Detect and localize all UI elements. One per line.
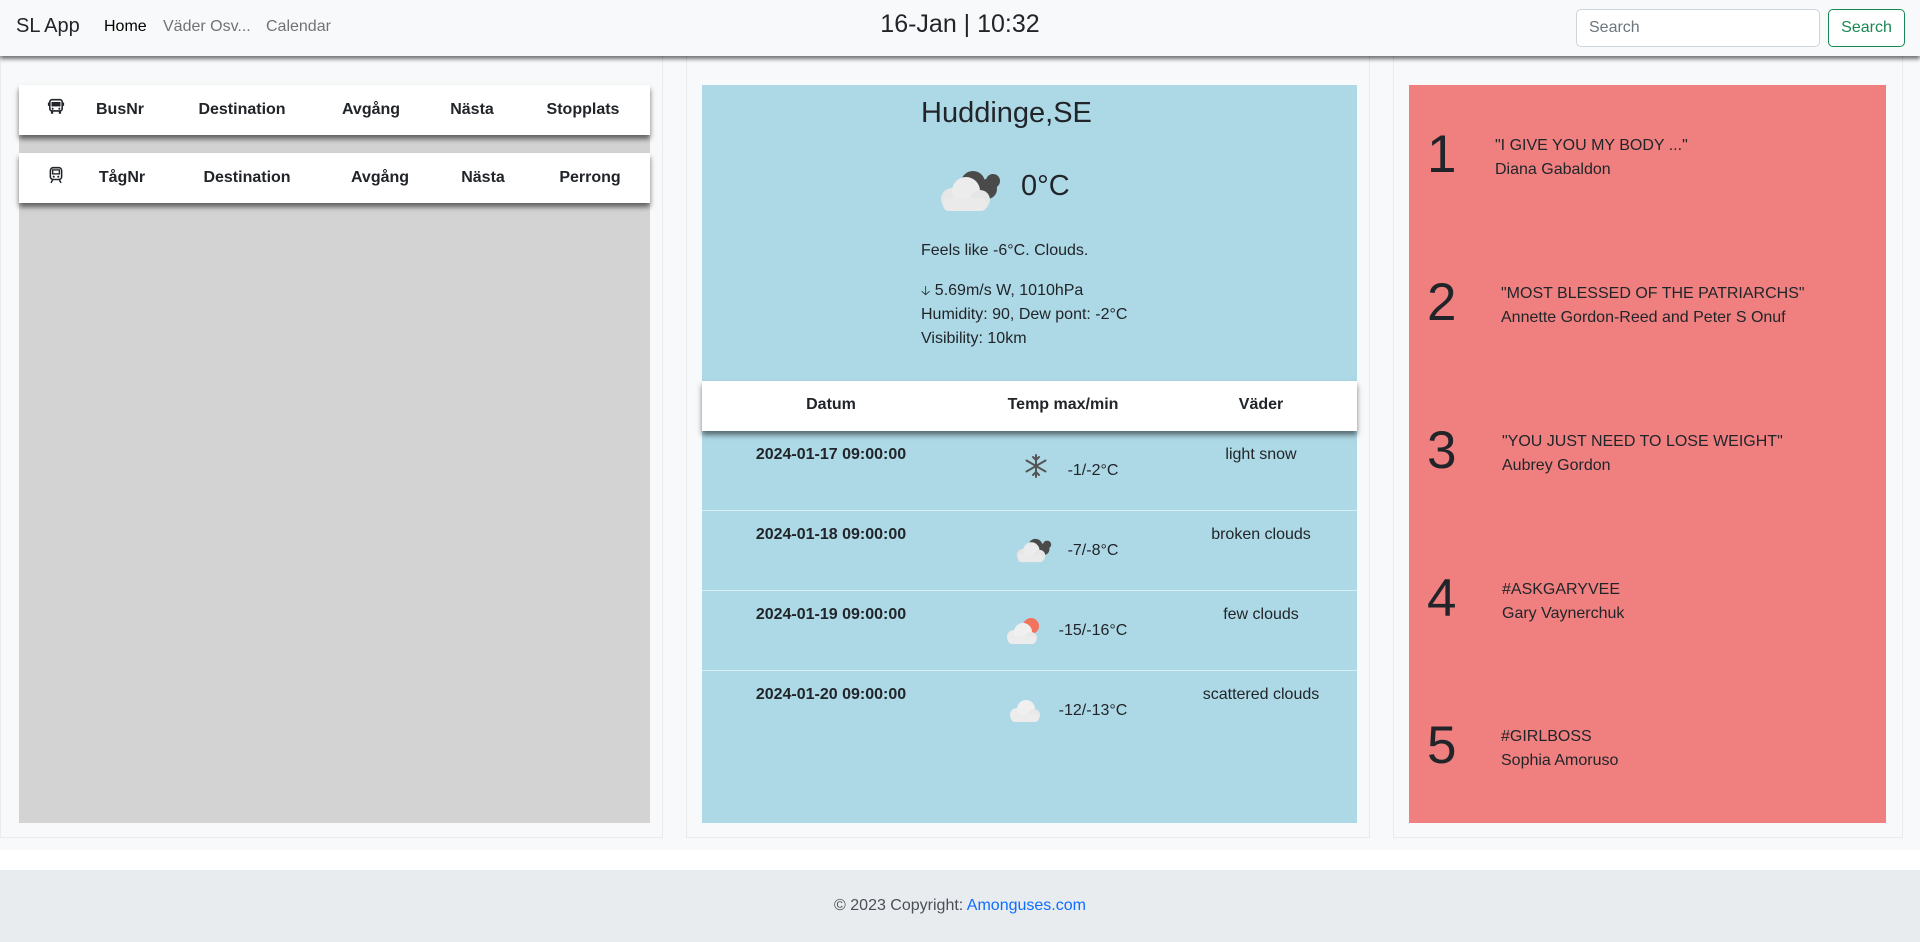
forecast-temp: -1/-2°C: [1067, 462, 1119, 479]
book-title: #ASKGARYVEE: [1502, 581, 1620, 598]
forecast-col-vader: Väder: [1238, 396, 1284, 413]
forecast-col-temp: Temp max/min: [1007, 396, 1119, 413]
book-rank: 3: [1427, 421, 1457, 480]
train-col-destination: Destination: [203, 169, 291, 186]
forecast-row: 2024-01-18 09:00:00 -7/-8°C broken cloud…: [702, 511, 1357, 591]
bus-col-busnr: BusNr: [95, 101, 145, 118]
broken-clouds-icon: [933, 161, 1008, 221]
book-title: "I GIVE YOU MY BODY ...": [1495, 137, 1688, 154]
bus-col-nasta: Nästa: [450, 101, 494, 118]
date-time-display: 16-Jan | 10:32: [880, 10, 1040, 38]
book-title: "YOU JUST NEED TO LOSE WEIGHT": [1502, 433, 1783, 450]
book-author: Annette Gordon-Reed and Peter S Onuf: [1501, 309, 1786, 326]
book-author: Aubrey Gordon: [1502, 457, 1611, 474]
bus-col-avgang: Avgång: [341, 101, 401, 118]
forecast-table-header: Datum Temp max/min Väder: [702, 381, 1357, 431]
forecast-temp: -15/-16°C: [1058, 622, 1128, 639]
footer-text: © 2023 Copyright:: [834, 897, 967, 914]
forecast-description: scattered clouds: [1202, 686, 1320, 703]
forecast-date: 2024-01-18 09:00:00: [755, 526, 907, 543]
bestseller-panel: [1409, 85, 1886, 823]
forecast-row: 2024-01-17 09:00:00 -1/-2°C light snow: [702, 431, 1357, 511]
book-title: "MOST BLESSED OF THE PATRIARCHS": [1501, 285, 1805, 302]
book-rank: 5: [1427, 716, 1457, 775]
nav-link-home[interactable]: Home: [104, 18, 147, 36]
train-icon: [47, 166, 65, 189]
broken-clouds-icon: [1012, 533, 1056, 570]
nav-link-vader[interactable]: Väder Osv...: [163, 18, 251, 36]
forecast-temp: -12/-13°C: [1058, 702, 1128, 719]
footer-link[interactable]: Amonguses.com: [967, 897, 1086, 914]
bus-col-stopplats: Stopplats: [546, 101, 620, 118]
forecast-description: light snow: [1225, 446, 1297, 463]
book-rank: 1: [1427, 125, 1457, 184]
footer-copyright: © 2023 Copyright: Amonguses.com: [0, 897, 1920, 915]
navbar: SL App Home Väder Osv... Calendar 16-Jan…: [0, 0, 1920, 56]
forecast-date: 2024-01-20 09:00:00: [755, 686, 907, 703]
weather-city: Huddinge,SE: [921, 97, 1092, 129]
weather-temperature: 0°C: [1021, 170, 1070, 202]
book-rank: 2: [1427, 273, 1457, 332]
forecast-date: 2024-01-19 09:00:00: [755, 606, 907, 623]
weather-feels-like: Feels like -6°C. Clouds.: [921, 242, 1089, 259]
forecast-row: 2024-01-20 09:00:00 -12/-13°C scattered …: [702, 671, 1357, 751]
book-author: Diana Gabaldon: [1495, 161, 1611, 178]
book-title: #GIRLBOSS: [1501, 728, 1592, 745]
weather-wind: 5.69m/s W, 1010hPa: [934, 282, 1084, 299]
train-col-tagnr: TågNr: [98, 169, 146, 186]
weather-humidity: Humidity: 90, Dew pont: -2°C: [921, 306, 1128, 323]
bus-table-header: BusNr Destination Avgång Nästa Stopplats: [19, 85, 650, 135]
brand-link[interactable]: SL App: [16, 15, 80, 38]
train-col-nasta: Nästa: [461, 169, 505, 186]
train-table-header: TågNr Destination Avgång Nästa Perrong: [19, 153, 650, 203]
book-rank: 4: [1427, 569, 1457, 628]
bus-icon: [47, 98, 65, 121]
search-input[interactable]: [1576, 9, 1820, 47]
weather-wind-row: 🡣 5.69m/s W, 1010hPa: [921, 282, 1083, 304]
book-author: Sophia Amoruso: [1501, 752, 1619, 769]
forecast-temp: -7/-8°C: [1067, 542, 1119, 559]
forecast-row: 2024-01-19 09:00:00 -15/-16°C few clouds: [702, 591, 1357, 671]
train-col-avgang: Avgång: [350, 169, 410, 186]
weather-visibility: Visibility: 10km: [921, 330, 1027, 347]
search-button[interactable]: Search: [1828, 9, 1905, 47]
nav-link-calendar[interactable]: Calendar: [266, 18, 331, 36]
snowflake-icon: [1021, 451, 1051, 486]
train-col-perrong: Perrong: [559, 169, 621, 186]
forecast-col-datum: Datum: [806, 396, 856, 413]
few-clouds-icon: [1003, 615, 1045, 652]
book-author: Gary Vaynerchuk: [1502, 605, 1625, 622]
wind-direction-icon: 🡣: [921, 283, 931, 298]
forecast-description: broken clouds: [1211, 526, 1311, 543]
scattered-clouds-icon: [1005, 697, 1045, 730]
forecast-date: 2024-01-17 09:00:00: [755, 446, 907, 463]
forecast-description: few clouds: [1223, 606, 1299, 623]
bus-col-destination: Destination: [198, 101, 286, 118]
